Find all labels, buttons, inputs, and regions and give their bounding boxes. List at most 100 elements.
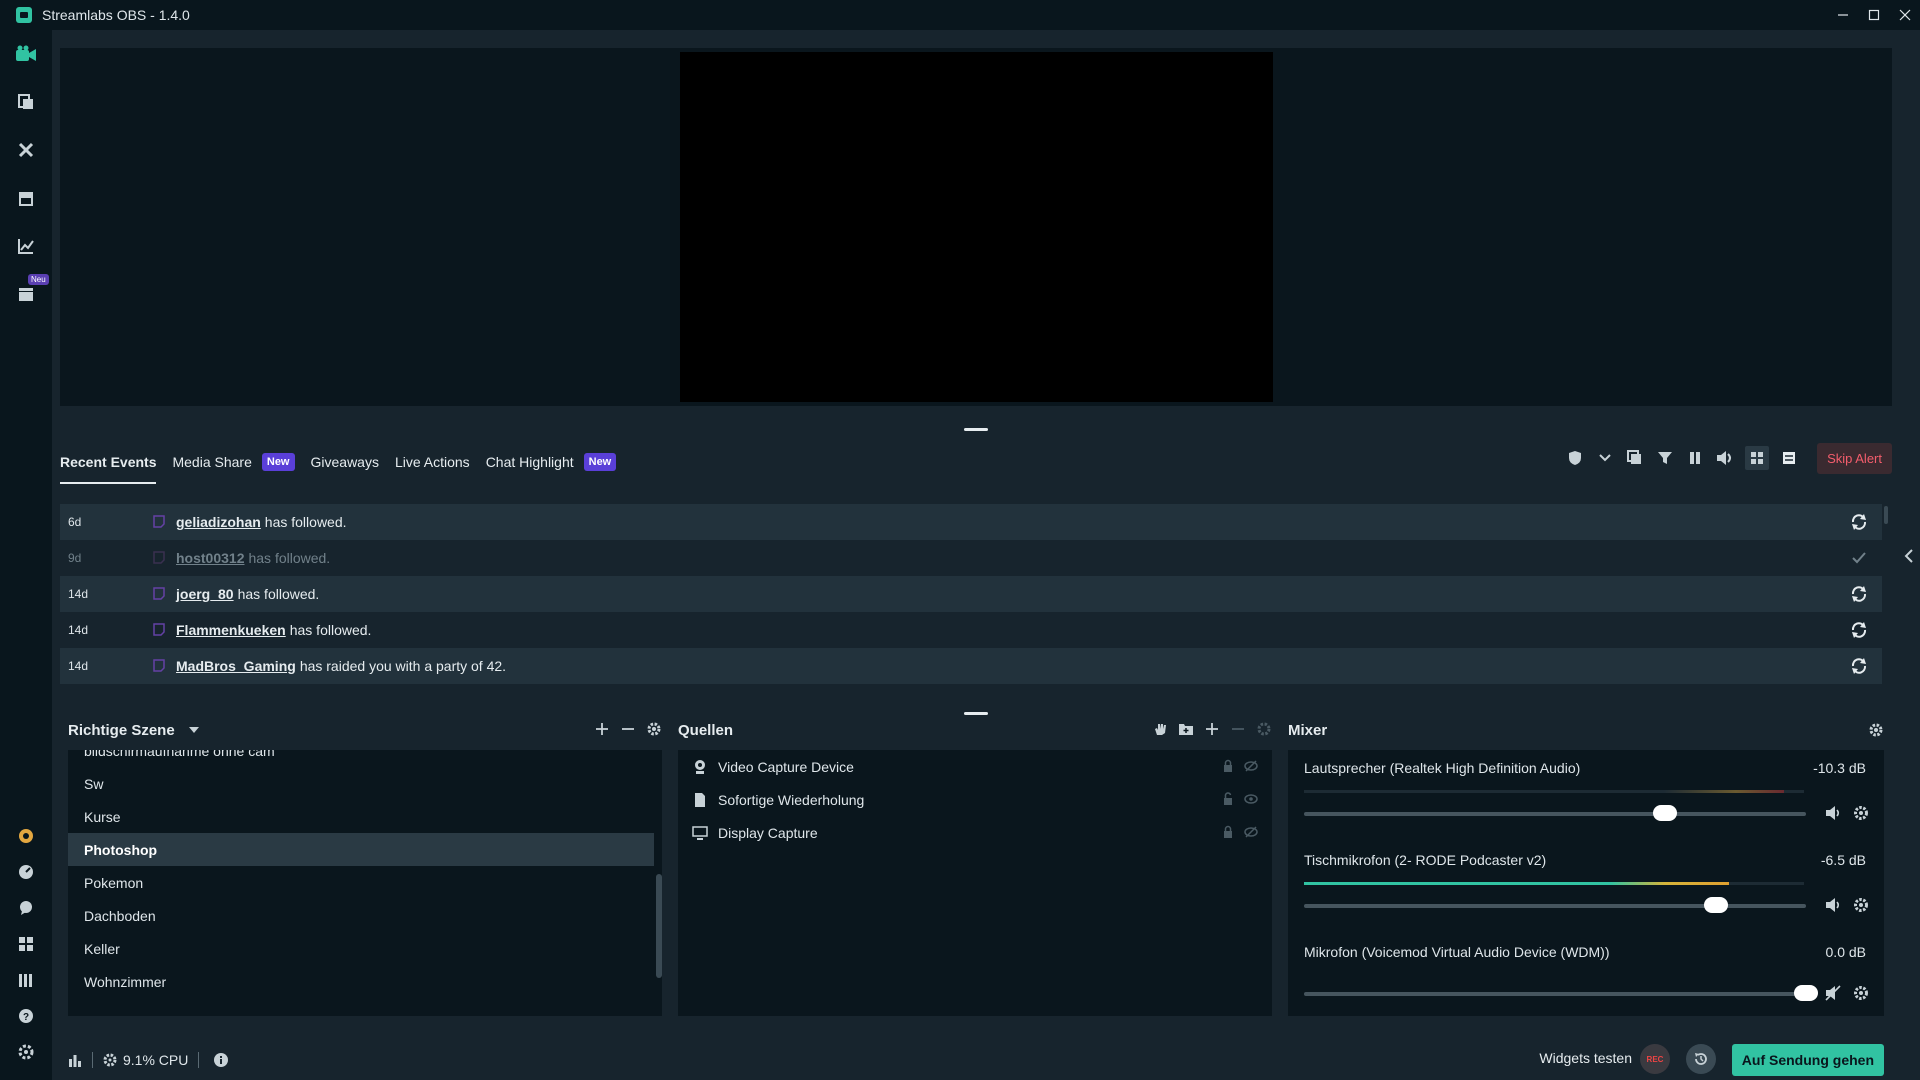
skip-alert-button[interactable]: Skip Alert	[1817, 442, 1892, 474]
lock-icon[interactable]	[1222, 759, 1234, 773]
chevron-down-icon	[1599, 454, 1611, 462]
dropdown-button[interactable]	[1595, 448, 1615, 468]
source-name: Display Capture	[718, 824, 818, 841]
filter-safety-button[interactable]	[1565, 448, 1585, 468]
remove-scene-icon[interactable]	[620, 721, 636, 737]
nav-themes[interactable]	[14, 90, 38, 114]
scene-item-selected[interactable]: Photoshop	[68, 833, 654, 866]
nav-dashboard[interactable]	[14, 860, 38, 884]
scene-item[interactable]: Kurse	[68, 800, 662, 833]
channel-settings-icon[interactable]	[1852, 896, 1870, 914]
mixer-settings-icon[interactable]	[1868, 722, 1884, 738]
nav-prime[interactable]	[14, 824, 38, 848]
new-badge: New	[261, 453, 295, 471]
event-user-link[interactable]: geliadizohan	[176, 514, 261, 530]
channel-db: -10.3 dB	[1813, 760, 1866, 776]
scene-item[interactable]: Keller	[68, 932, 662, 965]
event-user-link[interactable]: Flammenkueken	[176, 622, 286, 638]
view-compact-button[interactable]	[1745, 446, 1770, 470]
volume-slider[interactable]	[1304, 805, 1806, 821]
help-icon: ?	[19, 1009, 33, 1023]
add-folder-icon[interactable]	[1178, 721, 1194, 737]
scene-item[interactable]: Sw	[68, 767, 662, 800]
popout-button[interactable]	[1625, 448, 1645, 468]
mute-alerts-button[interactable]	[1715, 448, 1735, 468]
nav-help[interactable]: ?	[14, 1004, 38, 1028]
minimize-button[interactable]	[1827, 0, 1858, 30]
chevron-left-icon[interactable]	[1904, 548, 1914, 564]
unlock-icon[interactable]	[1222, 792, 1234, 806]
resize-handle-top[interactable]	[964, 428, 988, 431]
tab-media-share[interactable]: Media Share New	[172, 440, 295, 484]
add-scene-icon[interactable]	[594, 721, 610, 737]
pause-button[interactable]	[1685, 448, 1705, 468]
nav-highlighter[interactable]	[14, 282, 38, 306]
view-list-button[interactable]	[1779, 448, 1799, 468]
speaker-icon[interactable]	[1824, 804, 1842, 822]
event-user-link[interactable]: host00312	[176, 550, 244, 566]
tab-live-actions[interactable]: Live Actions	[395, 440, 470, 484]
sources-list: Video Capture Device Sofortige Wiederhol…	[678, 750, 1272, 1016]
scene-item[interactable]: Pokemon	[68, 866, 662, 899]
event-user-link[interactable]: MadBros_Gaming	[176, 658, 296, 674]
channel-db: -6.5 dB	[1820, 852, 1866, 868]
nav-tools[interactable]	[14, 138, 38, 162]
nav-chat[interactable]	[14, 896, 38, 920]
speaker-muted-icon[interactable]	[1824, 984, 1842, 1002]
volume-slider-knob[interactable]	[1704, 897, 1728, 913]
channel-settings-icon[interactable]	[1852, 984, 1870, 1002]
volume-slider[interactable]	[1304, 897, 1806, 913]
close-button[interactable]	[1889, 0, 1920, 30]
scenes-scrollbar[interactable]	[656, 874, 662, 978]
scene-settings-icon[interactable]	[646, 721, 662, 737]
scene-collection-title[interactable]: Richtige Szene	[68, 722, 175, 739]
replay-buffer-button[interactable]	[1686, 1044, 1716, 1074]
events-toolbar: Skip Alert	[1565, 442, 1892, 474]
source-item[interactable]: Video Capture Device	[678, 750, 1272, 783]
nav-library[interactable]	[14, 968, 38, 992]
tab-label: Media Share	[172, 454, 252, 470]
go-live-button[interactable]: Auf Sendung gehen	[1731, 1044, 1884, 1076]
tab-giveaways[interactable]: Giveaways	[311, 440, 379, 484]
tab-chat-highlight[interactable]: Chat Highlight New	[486, 440, 617, 484]
scenes-header: Richtige Szene	[68, 715, 662, 745]
volume-slider[interactable]	[1304, 985, 1818, 1001]
volume-slider-knob[interactable]	[1794, 985, 1818, 1001]
scene-item[interactable]: Wohnzimmer	[68, 965, 662, 998]
filter-button[interactable]	[1655, 448, 1675, 468]
eye-hidden-icon[interactable]	[1244, 759, 1258, 773]
add-source-icon[interactable]	[1204, 721, 1220, 737]
nav-layout[interactable]	[14, 932, 38, 956]
tab-recent-events[interactable]: Recent Events	[60, 440, 157, 484]
nav-store[interactable]	[14, 186, 38, 210]
info-icon[interactable]	[213, 1052, 229, 1068]
nav-editor[interactable]	[14, 42, 38, 66]
source-item[interactable]: Display Capture	[678, 816, 1272, 849]
nav-settings[interactable]	[14, 1040, 38, 1064]
event-user-link[interactable]: joerg_80	[176, 586, 234, 602]
lock-icon[interactable]	[1222, 825, 1234, 839]
stream-preview[interactable]	[680, 52, 1273, 402]
events-scrollbar[interactable]	[1884, 506, 1888, 524]
scene-item[interactable]: Dachboden	[68, 899, 662, 932]
record-button[interactable]: REC	[1640, 1044, 1670, 1074]
eye-icon[interactable]	[1244, 792, 1258, 806]
volume-meter	[1304, 790, 1804, 793]
performance-chart-icon[interactable]	[68, 1053, 82, 1067]
source-settings-icon[interactable]	[1256, 721, 1272, 737]
channel-settings-icon[interactable]	[1852, 804, 1870, 822]
remove-source-icon[interactable]	[1230, 721, 1246, 737]
eye-hidden-icon[interactable]	[1244, 825, 1258, 839]
caret-down-icon[interactable]	[188, 727, 199, 733]
pause-icon	[1690, 452, 1701, 464]
maximize-button[interactable]	[1858, 0, 1889, 30]
speaker-icon[interactable]	[1824, 896, 1842, 914]
source-item[interactable]: Sofortige Wiederholung	[678, 783, 1272, 816]
channel-name: Lautsprecher (Realtek High Definition Au…	[1304, 760, 1581, 776]
hand-cursor-icon[interactable]	[1152, 721, 1168, 737]
test-widgets-button[interactable]: Widgets testen	[1539, 1050, 1632, 1066]
cpu-gear-icon	[103, 1053, 117, 1067]
scene-item[interactable]: bildschirmaufnahme ohne cam	[68, 750, 662, 767]
nav-stats[interactable]	[14, 234, 38, 258]
volume-slider-knob[interactable]	[1653, 805, 1677, 821]
